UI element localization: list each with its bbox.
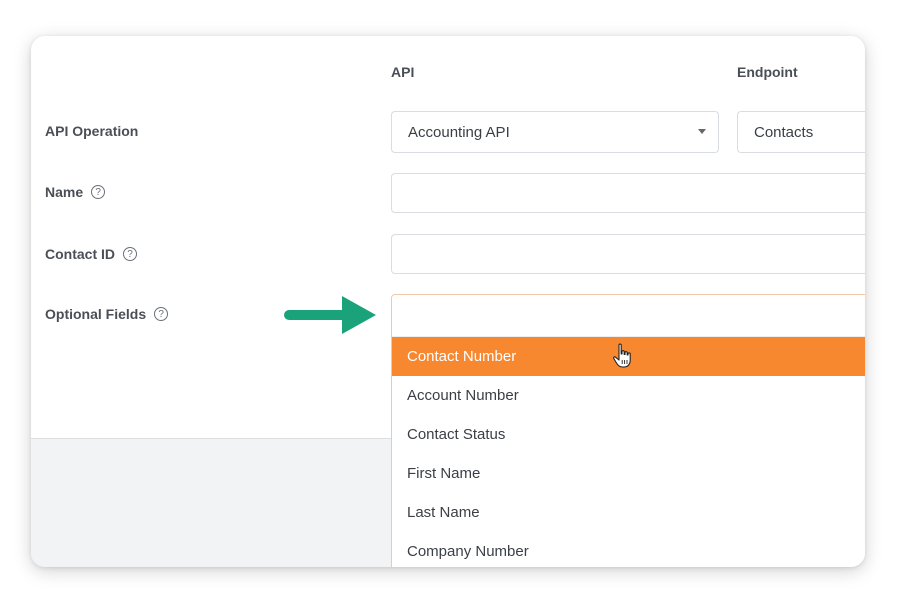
dropdown-option-company-number[interactable]: Company Number bbox=[392, 532, 865, 567]
contact-id-label-text: Contact ID bbox=[45, 246, 115, 262]
column-header-api: API bbox=[391, 64, 415, 80]
option-label: Contact Status bbox=[407, 426, 506, 443]
help-icon[interactable]: ? bbox=[154, 307, 169, 321]
endpoint-select[interactable]: Contacts bbox=[737, 111, 865, 153]
option-label: Account Number bbox=[407, 387, 519, 404]
dropdown-option-contact-number[interactable]: Contact Number bbox=[392, 337, 865, 376]
dropdown-option-account-number[interactable]: Account Number bbox=[392, 376, 865, 415]
endpoint-select-value: Contacts bbox=[754, 123, 814, 141]
optional-fields-label-text: Optional Fields bbox=[45, 306, 147, 322]
api-select-value: Accounting API bbox=[408, 123, 510, 141]
contact-id-input[interactable] bbox=[391, 234, 865, 274]
form-card: API Endpoint API Operation Accounting AP… bbox=[31, 36, 865, 567]
dropdown-option-first-name[interactable]: First Name bbox=[392, 454, 865, 493]
column-header-endpoint: Endpoint bbox=[737, 64, 798, 80]
help-icon[interactable]: ? bbox=[91, 185, 106, 199]
option-label: Last Name bbox=[407, 504, 480, 521]
dropdown-option-contact-status[interactable]: Contact Status bbox=[392, 415, 865, 454]
dropdown-option-last-name[interactable]: Last Name bbox=[392, 493, 865, 532]
optional-fields-input[interactable] bbox=[392, 295, 865, 337]
option-label: Company Number bbox=[407, 543, 529, 560]
name-label-text: Name bbox=[45, 184, 84, 200]
option-label: First Name bbox=[407, 465, 481, 482]
name-input[interactable] bbox=[391, 173, 865, 213]
optional-fields-dropdown[interactable]: Contact Number Account Number Contact St… bbox=[391, 294, 865, 567]
api-operation-label: API Operation bbox=[45, 123, 138, 139]
help-icon[interactable]: ? bbox=[123, 247, 137, 261]
contact-id-label: Contact ID ? bbox=[45, 246, 137, 262]
arrow-right-icon bbox=[284, 296, 376, 334]
hand-pointer-icon bbox=[613, 343, 631, 368]
chevron-down-icon bbox=[698, 129, 706, 134]
api-select[interactable]: Accounting API bbox=[391, 111, 719, 153]
api-operation-label-text: API Operation bbox=[45, 123, 139, 139]
name-label: Name ? bbox=[45, 184, 106, 200]
option-label: Contact Number bbox=[407, 348, 517, 365]
optional-fields-label: Optional Fields ? bbox=[45, 306, 169, 322]
